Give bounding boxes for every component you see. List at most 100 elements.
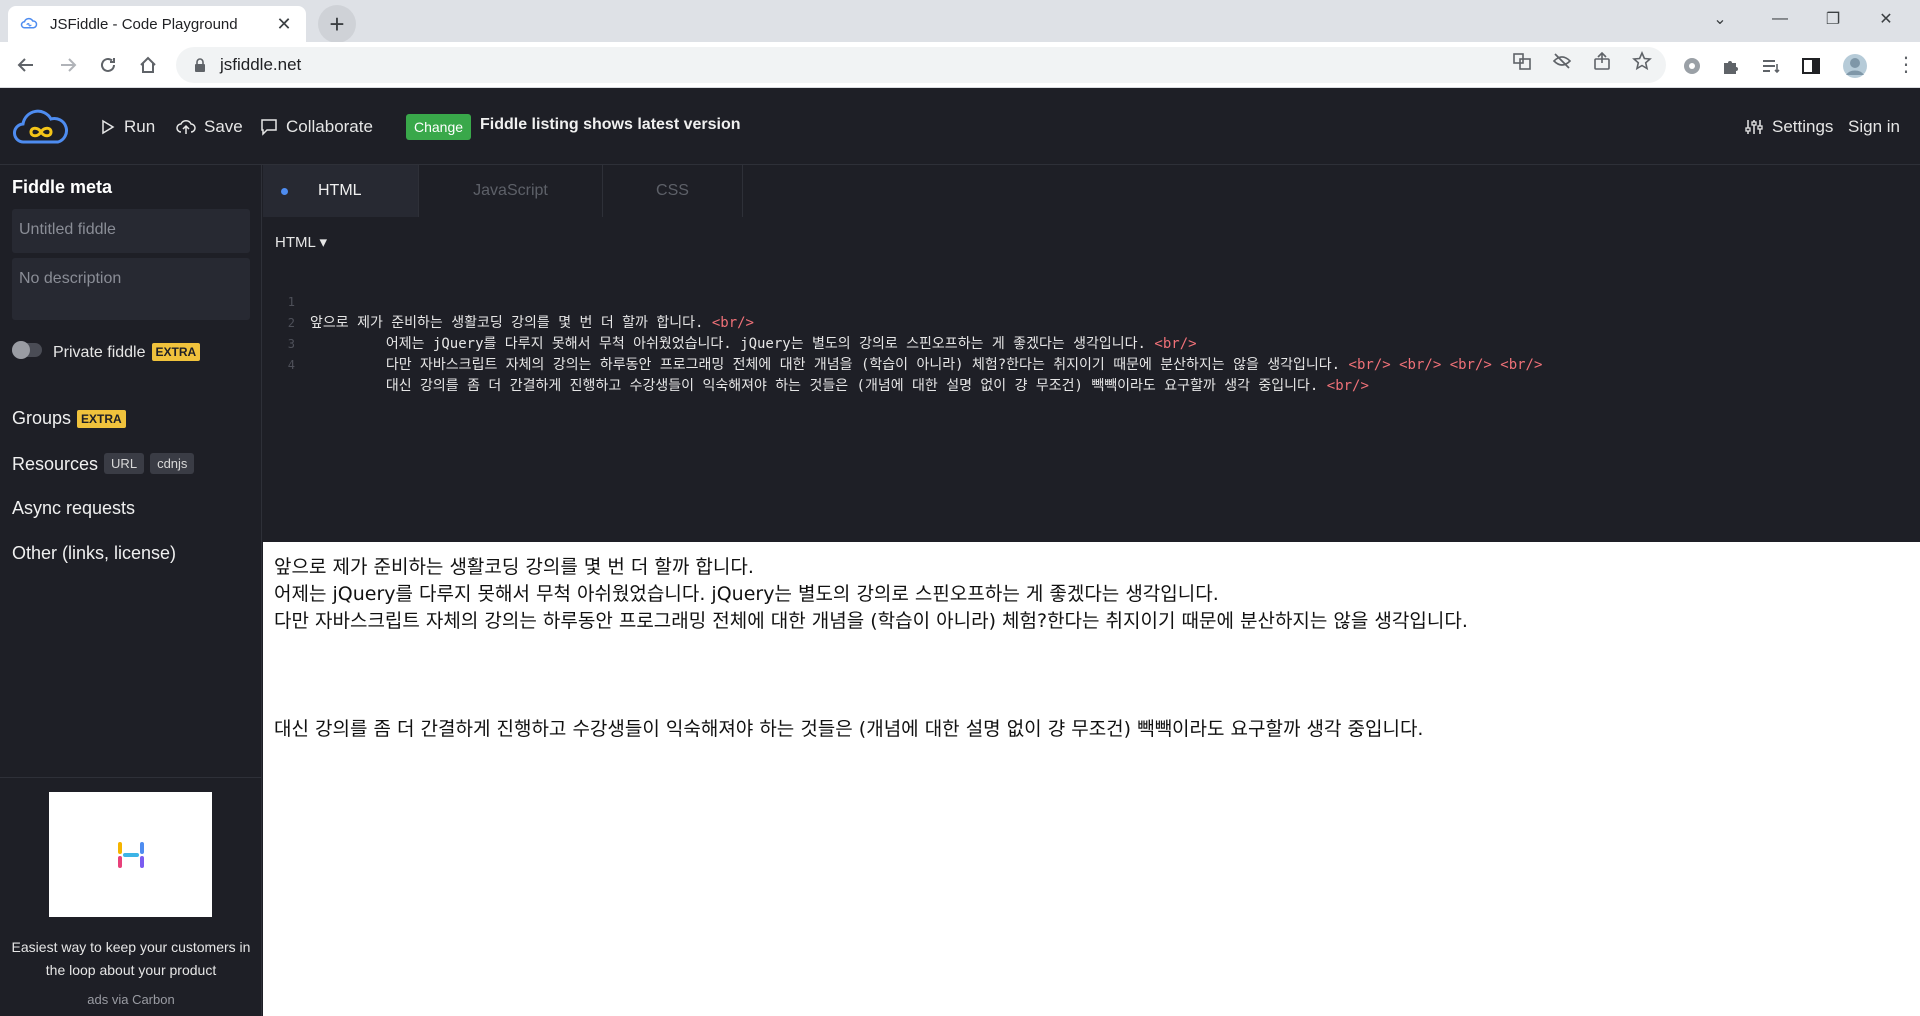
resources-cdnjs-pill[interactable]: cdnjs [150,453,195,474]
reload-icon [101,57,115,72]
bookmark-star-icon[interactable] [1632,51,1652,71]
result-output: 앞으로 제가 준비하는 생활코딩 강의를 몇 번 더 할까 합니다. 어제는 j… [274,554,1468,743]
save-button[interactable]: Save [176,88,243,165]
jsfiddle-favicon-icon [20,17,38,29]
caret-down-icon: ▾ [315,234,327,251]
fiddle-meta-sidebar: Fiddle meta Untitled fiddle No descripti… [0,165,262,1016]
address-bar[interactable]: jsfiddle.net [176,47,1666,83]
home-button[interactable] [132,49,164,81]
restore-icon[interactable]: ❐ [1810,0,1856,38]
browser-toolbar: jsfiddle.net [0,42,1920,88]
resources-url-pill[interactable]: URL [104,453,145,474]
ad-logo-icon [117,841,144,868]
line-number: 4 [287,358,295,372]
resources-label: Resources [12,454,99,474]
extra-badge: EXTRA [151,343,201,361]
code-line: 1 앞으로 제가 준비하는 생활코딩 강의를 몇 번 더 할까 합니다. <br… [263,271,1920,331]
carbon-ad-image[interactable] [49,792,212,917]
browser-tabstrip: JSFiddle - Code Playground ✕ + ⌄ — ❐ ✕ [0,0,1920,43]
home-icon [140,56,156,73]
browser-tab[interactable]: JSFiddle - Code Playground ✕ [8,6,306,42]
tab-title: JSFiddle - Code Playground [50,15,238,33]
line-content: 대신 강의를 좀 더 간결하게 진행하고 수강생들이 익숙해져야 하는 것들은 … [310,376,1369,397]
new-tab-button[interactable]: + [318,5,356,43]
side-panel-icon[interactable] [1800,55,1822,77]
tab-javascript-label: JavaScript [473,182,548,199]
tab-search-icon[interactable]: ⌄ [1697,0,1743,38]
private-fiddle-label: Private fiddle EXTRA [53,343,201,362]
jsfiddle-logo-icon[interactable] [12,104,70,148]
fiddle-title-input[interactable]: Untitled fiddle [12,209,250,253]
tab-close-icon[interactable]: ✕ [274,14,294,35]
forward-button[interactable] [52,49,84,81]
result-line [274,635,1468,662]
sliders-icon [1745,119,1763,134]
line-tags: <br/> [1326,378,1369,394]
sidebar-title: Fiddle meta [12,177,113,197]
result-line: 다만 자바스크립트 자체의 강의는 하루동안 프로그래밍 전체에 대한 개념을 … [274,610,1468,632]
collaborate-label: Collaborate [286,116,373,136]
result-line [274,689,1468,716]
translate-icon[interactable] [1512,51,1532,71]
reading-list-icon[interactable] [1760,55,1782,77]
carbon-ad-text[interactable]: Easiest way to keep your customers in th… [8,936,254,982]
extensions-puzzle-icon[interactable] [1720,55,1742,77]
save-label: Save [204,116,243,136]
eye-off-icon[interactable] [1552,51,1572,71]
code-line: 3 다만 자바스크립트 자체의 강의는 하루동안 프로그래밍 전체에 대한 개념… [263,313,1920,373]
line-text: 대신 강의를 좀 더 간결하게 진행하고 수강생들이 익숙해져야 하는 것들은 … [310,378,1327,394]
result-line: 대신 강의를 좀 더 간결하게 진행하고 수강생들이 익숙해져야 하는 것들은 … [274,718,1424,740]
sign-in-button[interactable]: Sign in [1848,88,1900,165]
settings-label: Settings [1772,116,1834,136]
sign-in-label: Sign in [1848,116,1900,136]
toggle-knob [12,341,30,359]
tab-html[interactable]: HTML [263,165,419,217]
ads-via-carbon-link[interactable]: ads via Carbon [0,992,262,1007]
url-text: jsfiddle.net [220,55,302,74]
arrow-left-icon [17,58,33,72]
private-fiddle-toggle[interactable] [12,341,42,359]
private-fiddle-text: Private fiddle [53,344,146,361]
arrow-right-icon [61,58,77,72]
settings-button[interactable]: Settings [1744,88,1833,165]
fiddle-description-input[interactable]: No description [12,258,250,320]
extension-gear-icon[interactable] [1681,55,1703,77]
lock-icon[interactable] [192,57,208,73]
result-line: 앞으로 제가 준비하는 생활코딩 강의를 몇 번 더 할까 합니다. [274,556,754,578]
line-tags: <br/> <br/> <br/> <br/> [1348,357,1543,373]
chrome-menu-icon[interactable]: ⋮ [1896,54,1916,76]
groups-extra-badge: EXTRA [77,410,126,428]
jsfiddle-header: Run Save Collaborate Change Fiddle listi… [0,88,1920,165]
collaborate-button[interactable]: Collaborate [260,88,373,165]
run-button[interactable]: Run [100,88,155,165]
plus-icon: + [329,8,345,39]
groups-label: Groups [12,408,72,428]
result-line: 어제는 jQuery를 다루지 못해서 무척 아쉬웠었습니다. jQuery는 … [274,583,1219,605]
language-label: HTML [275,234,316,251]
ad-divider [0,777,262,778]
code-editor-panel: HTML JavaScript CSS HTML ▾ 1 앞으로 제가 준비하는… [263,165,1920,542]
language-dropdown[interactable]: HTML ▾ [275,233,327,251]
sidebar-item-groups[interactable]: Groups EXTRA [12,408,126,429]
run-label: Run [124,116,156,136]
share-icon[interactable] [1592,51,1612,71]
result-panel[interactable]: 앞으로 제가 준비하는 생활코딩 강의를 몇 번 더 할까 합니다. 어제는 j… [263,542,1920,1016]
sidebar-item-other[interactable]: Other (links, license) [12,543,176,564]
profile-avatar-icon[interactable] [1842,53,1868,79]
active-dot-icon [281,187,288,195]
close-window-icon[interactable]: ✕ [1863,0,1909,38]
editor-tabs: HTML JavaScript CSS [263,165,743,217]
minimize-icon[interactable]: — [1757,0,1803,38]
sidebar-item-resources[interactable]: Resources URL cdnjs [12,453,195,475]
tab-css[interactable]: CSS [603,165,743,217]
line-text: 다만 자바스크립트 자체의 강의는 하루동안 프로그래밍 전체에 대한 개념을 … [310,357,1349,373]
play-icon [102,119,115,134]
back-button[interactable] [10,49,42,81]
sidebar-item-async-requests[interactable]: Async requests [12,498,135,519]
change-badge-button[interactable]: Change [406,114,472,140]
tab-css-label: CSS [656,182,689,199]
fiddle-listing-text: Fiddle listing shows latest version [480,116,741,133]
code-area[interactable]: 1 앞으로 제가 준비하는 생활코딩 강의를 몇 번 더 할까 합니다. <br… [263,271,1920,394]
reload-button[interactable] [92,49,124,81]
tab-javascript[interactable]: JavaScript [419,165,603,217]
